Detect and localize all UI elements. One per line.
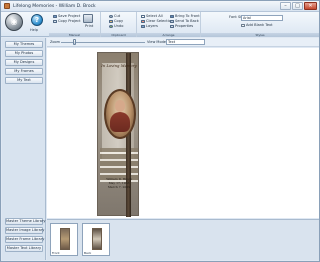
memorial-text-block[interactable]: William D. Brock May 17, 1933 March 7, 2… (100, 177, 138, 189)
thumbnail-front[interactable]: Front (50, 223, 78, 256)
clear-selection-button[interactable]: Clear Selection (141, 19, 173, 23)
portrait-photo (115, 100, 125, 112)
undo-button[interactable]: Undo (109, 24, 123, 28)
copy-project-label: Copy Project (58, 19, 81, 23)
master-frame-library-button[interactable]: Master Frame Library (5, 236, 44, 243)
minimize-button[interactable]: – (280, 2, 291, 10)
copy-label: Copy (114, 19, 124, 23)
ribbon-group-caption: Arrange (137, 33, 200, 37)
properties-button[interactable]: Properties (170, 24, 193, 28)
properties-label: Properties (175, 24, 194, 28)
cut-button[interactable]: Cut (109, 14, 120, 18)
thumbnail-label: Front (52, 251, 60, 255)
save-icon (53, 14, 57, 18)
layers-icon (141, 24, 145, 28)
ribbon-group-manual: Save Project Copy Project Print Manual (49, 12, 101, 37)
my-designs-button[interactable]: My Designs (5, 59, 43, 66)
close-button[interactable]: ✕ (304, 2, 317, 10)
my-text-button[interactable]: My Text (5, 77, 43, 84)
scissors-icon (109, 14, 113, 18)
ribbon-group-caption: Styles (201, 33, 319, 37)
master-theme-library-button[interactable]: Master Theme Library (5, 218, 46, 225)
master-text-library-button[interactable]: Master Text Library (5, 245, 43, 252)
sidebar: My Themes My Photos My Designs My Frames… (2, 38, 46, 260)
application-menu-button[interactable]: ◉ (5, 13, 23, 31)
clear-selection-icon (141, 19, 145, 23)
undo-label: Undo (114, 24, 124, 28)
zoom-slider-thumb[interactable] (73, 39, 76, 45)
help-icon[interactable]: ? (31, 14, 43, 26)
add-blank-text-label: Add Blank Text (246, 23, 273, 27)
print-label[interactable]: Print (85, 24, 93, 28)
properties-icon (170, 24, 174, 28)
my-themes-button[interactable]: My Themes (5, 41, 43, 48)
app-icon (4, 3, 10, 9)
window-title: Lifelong Memories - William D. Brock (13, 4, 96, 9)
send-to-back-label: Send To Back (175, 19, 199, 23)
ribbon-group-caption: Manual (49, 33, 100, 37)
send-to-back-button[interactable]: Send To Back (170, 19, 199, 23)
add-blank-text-button[interactable]: Add Blank Text (241, 23, 273, 27)
thumbnail-back[interactable]: Back (82, 223, 110, 256)
bring-to-front-icon (170, 14, 174, 18)
text-icon (241, 23, 245, 27)
copy-project-icon (53, 19, 57, 23)
my-photos-button[interactable]: My Photos (5, 50, 43, 57)
bookmark-page[interactable]: In Loving Memory William D. Brock May 17… (97, 52, 139, 217)
printer-icon[interactable] (83, 14, 93, 23)
copy-icon (109, 19, 113, 23)
view-toolbar: Zoom View Mode Text (47, 38, 319, 47)
copy-project-button[interactable]: Copy Project (53, 19, 81, 23)
select-all-label: Select All (146, 14, 163, 18)
portrait-photo-body (110, 112, 130, 132)
page-thumbnails: Front Back (47, 219, 319, 260)
cut-label: Cut (114, 14, 121, 18)
ribbon-group-styles: Font Size Arial Add Blank Text Styles (201, 12, 319, 37)
bring-to-front-label: Bring To Front (175, 14, 200, 18)
font-select[interactable]: Arial (241, 15, 283, 21)
undo-icon (109, 24, 113, 28)
master-image-library-button[interactable]: Master Image Library (5, 227, 44, 234)
ribbon-group-clipboard: Cut Copy Undo Clipboard (101, 12, 137, 37)
copy-button[interactable]: Copy (109, 19, 123, 23)
layers-button[interactable]: Layers (141, 24, 158, 28)
memorial-death-date: March 7, 2009 (107, 185, 131, 189)
select-all-button[interactable]: Select All (141, 14, 163, 18)
view-mode-select[interactable]: Text (166, 39, 205, 45)
layers-label: Layers (146, 24, 158, 28)
ribbon: ◉ ? Help Save Project Copy Project Print… (1, 12, 319, 37)
help-label: Help (30, 28, 38, 32)
bring-to-front-button[interactable]: Bring To Front (170, 14, 200, 18)
save-project-button[interactable]: Save Project (53, 14, 80, 18)
app-window: Lifelong Memories - William D. Brock – □… (0, 0, 320, 262)
maximize-button[interactable]: □ (292, 2, 303, 10)
memorial-heading[interactable]: In Loving Memory (100, 63, 138, 68)
my-frames-button[interactable]: My Frames (5, 68, 43, 75)
ribbon-group-caption: Clipboard (101, 33, 136, 37)
save-project-label: Save Project (58, 14, 81, 18)
view-mode-label: View Mode (147, 40, 166, 44)
zoom-label: Zoom (50, 40, 61, 44)
title-bar: Lifelong Memories - William D. Brock – □… (1, 1, 319, 12)
design-canvas[interactable]: In Loving Memory William D. Brock May 17… (47, 48, 319, 218)
thumbnail-image (60, 228, 70, 250)
thumbnail-label: Back (84, 251, 92, 255)
thumbnail-image (92, 228, 102, 250)
send-to-back-icon (170, 19, 174, 23)
ribbon-group-arrange: Select All Clear Selection Layers Bring … (137, 12, 201, 37)
select-all-icon (141, 14, 145, 18)
